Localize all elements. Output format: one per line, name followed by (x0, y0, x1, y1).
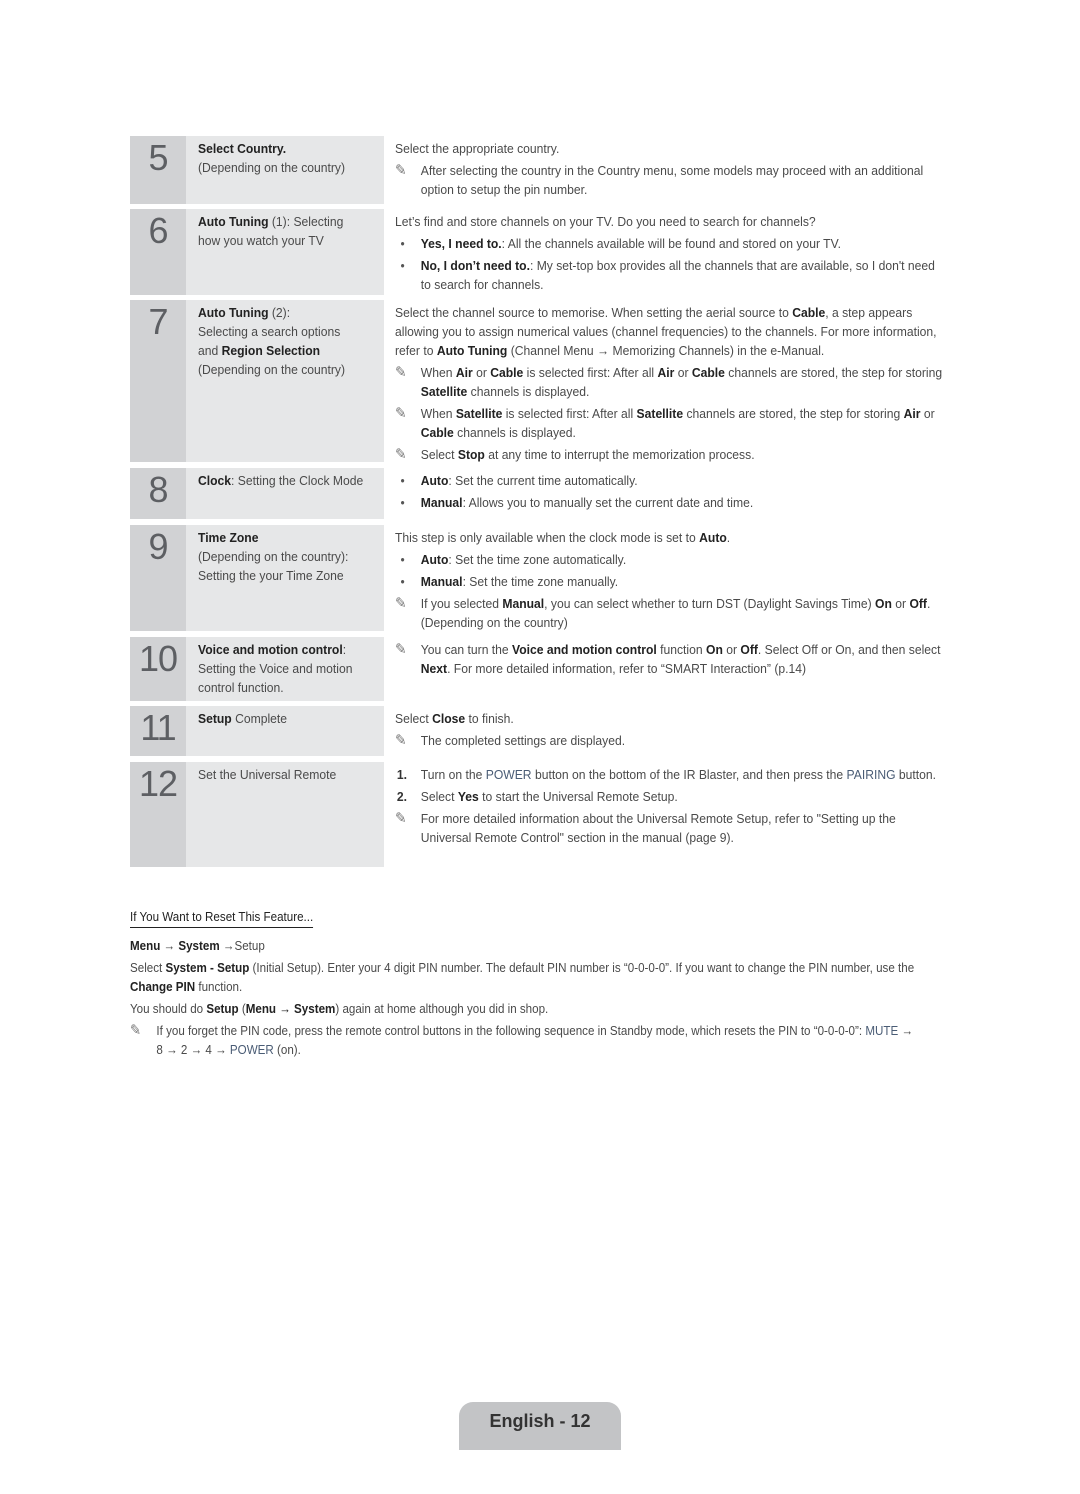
bullet-icon: • (400, 258, 405, 273)
step-row-8: 8 Clock: Setting the Clock Mode • Auto: S… (130, 468, 945, 519)
note-pencil-icon: ✎ (395, 162, 407, 179)
step-cell: 11 Setup Complete (130, 706, 384, 756)
bullet-item: • Yes, I need to.: All the channels avail… (400, 236, 841, 251)
step-row-6: 6 Auto Tuning (1): Selecting how you wat… (130, 209, 945, 295)
step-row-11: 11 Setup Complete Select Close to finish… (130, 706, 945, 756)
step-title: Voice and motion control: Setting the Vo… (198, 642, 353, 695)
step-number: 7 (130, 300, 186, 462)
menu-path: Menu → System →Setup (130, 938, 265, 953)
step-cell: 10 Voice and motion control: Setting the… (130, 637, 384, 701)
note: ✎ The completed settings are displayed. (395, 732, 626, 749)
note: ✎ If you forget the PIN code, press the r… (130, 1022, 914, 1057)
note-pencil-icon: ✎ (395, 732, 407, 749)
step-title: Set the Universal Remote (198, 767, 337, 782)
note: ✎ Select Stop at any time to interrupt th… (395, 446, 755, 463)
step-number: 10 (130, 637, 186, 701)
note: ✎ When Satellite is selected first: After… (395, 405, 935, 440)
note: ✎ You can turn the Voice and motion contr… (395, 641, 941, 676)
step-title: Clock: Setting the Clock Mode (198, 473, 364, 488)
step-title: Time Zone (Depending on the country): Se… (198, 530, 349, 583)
step-cell: 5 Select Country. (Depending on the coun… (130, 136, 384, 204)
step-row-9: 9 Time Zone (Depending on the country): … (130, 525, 945, 631)
numbered-item: 1. Turn on the POWER button on the bottom… (396, 767, 937, 782)
step-title: Setup Complete (198, 711, 288, 726)
step-title: Select Country. (Depending on the countr… (198, 141, 346, 175)
step-description: Let’s find and store channels on your TV… (395, 212, 945, 297)
note: ✎ For more detailed information about the… (395, 810, 896, 845)
step-cell: 9 Time Zone (Depending on the country): … (130, 525, 384, 631)
bullet-icon: • (400, 574, 405, 589)
step-description: 1. Turn on the POWER button on the bottom… (395, 765, 945, 850)
bullet-icon: • (400, 236, 405, 251)
step-description: Select the channel source to memorise. W… (395, 305, 943, 463)
step-description: Select Close to finish. ✎ The completed s… (395, 709, 945, 753)
step-description: ✎ You can turn the Voice and motion contr… (395, 640, 945, 681)
step-row-10: 10 Voice and motion control: Setting the… (130, 637, 945, 701)
step-number: 5 (130, 136, 186, 204)
bullet-item: • Auto: Set the time zone automatically. (400, 552, 627, 567)
bullet-item: • No, I don’t need to.: My set-top box pr… (400, 258, 935, 292)
numbered-item: 2. Select Yes to start the Universal Remo… (396, 789, 678, 804)
step-row-5: 5 Select Country. (Depending on the coun… (130, 136, 945, 204)
bullet-icon: • (400, 495, 405, 510)
bullet-icon: • (400, 552, 405, 567)
step-cell: 7 Auto Tuning (2): Selecting a search op… (130, 300, 384, 462)
page-footer-label: English - 12 (459, 1402, 621, 1450)
step-cell: 6 Auto Tuning (1): Selecting how you wat… (130, 209, 384, 295)
reset-paragraph: Select System - Setup (Initial Setup). E… (130, 960, 915, 994)
step-number: 6 (130, 209, 186, 295)
step-cell: 8 Clock: Setting the Clock Mode (130, 468, 384, 519)
bullet-icon: • (400, 473, 405, 488)
step-row-12: 12 Set the Universal Remote 1. Turn on th… (130, 762, 945, 867)
note: ✎ After selecting the country in the Coun… (395, 162, 924, 197)
note-pencil-icon: ✎ (395, 446, 407, 463)
step-row-7: 7 Auto Tuning (2): Selecting a search op… (130, 300, 945, 463)
bullet-item: • Manual: Set the time zone manually. (400, 574, 619, 589)
step-number: 12 (130, 762, 186, 867)
step-title: Auto Tuning (1): Selecting how you watch… (198, 214, 344, 248)
step-title: Auto Tuning (2): Selecting a search opti… (198, 305, 346, 377)
step-description: Select the appropriate country. ✎ After s… (395, 139, 945, 202)
bullet-item: • Auto: Set the current time automaticall… (400, 473, 638, 488)
step-description: This step is only available when the clo… (395, 528, 945, 635)
bullet-item: • Manual: Allows you to manually set the … (400, 495, 754, 510)
step-cell: 12 Set the Universal Remote (130, 762, 384, 867)
note-pencil-icon: ✎ (395, 405, 407, 422)
note-pencil-icon: ✎ (395, 641, 407, 658)
step-number: 11 (130, 706, 186, 756)
note-pencil-icon: ✎ (395, 810, 407, 827)
step-number: 9 (130, 525, 186, 631)
note-pencil-icon: ✎ (395, 364, 407, 381)
note-pencil-icon: ✎ (395, 595, 407, 612)
note-pencil-icon: ✎ (130, 1022, 142, 1039)
reset-section: If You Want to Reset This Feature... Men… (130, 907, 922, 1062)
note: ✎ When Air or Cable is selected first: Af… (395, 364, 943, 399)
reset-heading: If You Want to Reset This Feature... (130, 907, 314, 928)
note: ✎ If you selected Manual, you can select … (395, 595, 931, 630)
step-description: • Auto: Set the current time automaticall… (395, 471, 945, 515)
reset-paragraph: You should do Setup (Menu → System) agai… (130, 1001, 549, 1016)
step-number: 8 (130, 468, 186, 519)
